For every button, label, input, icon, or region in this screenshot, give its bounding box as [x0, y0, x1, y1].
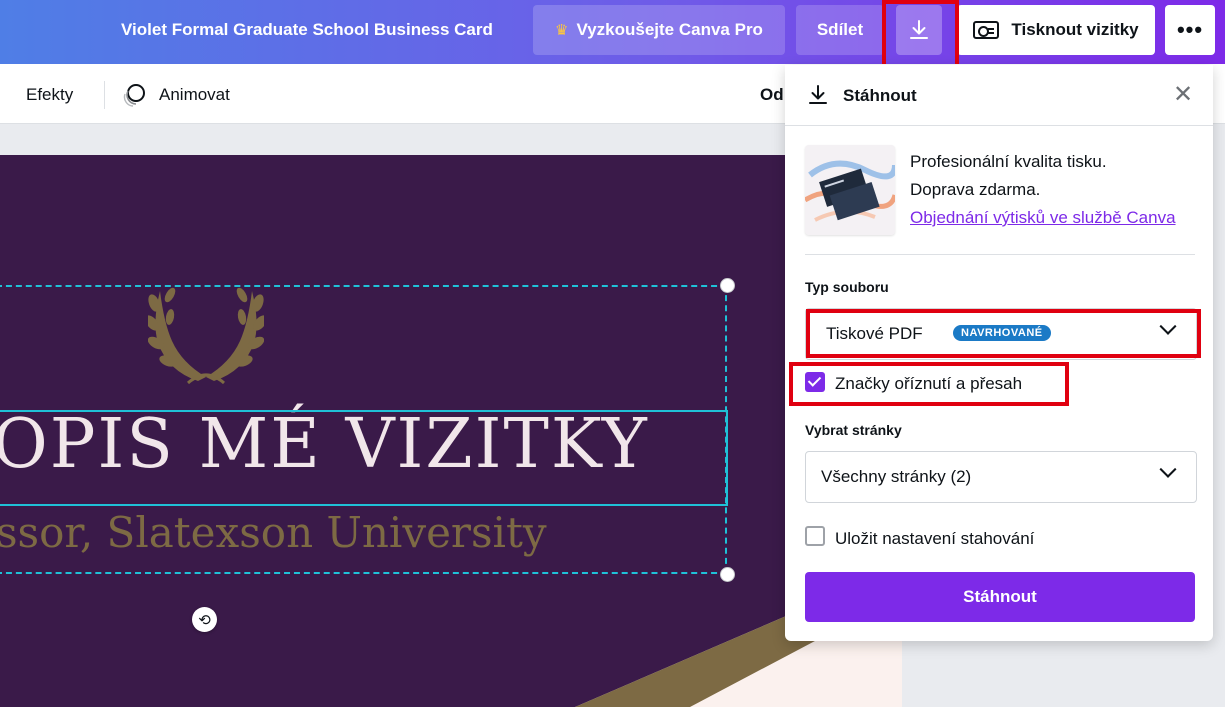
toolbar-divider [104, 81, 105, 109]
chevron-down-icon [1159, 460, 1177, 478]
highlight-crop-marks [789, 362, 1069, 406]
resize-handle-bottom-right[interactable] [720, 567, 735, 582]
toolbar-partial-label[interactable]: Od [760, 85, 784, 105]
select-pages-dropdown[interactable]: Všechny stránky (2) [805, 451, 1197, 503]
highlight-download-button [882, 0, 959, 71]
print-business-cards-label: Tisknout vizitky [1011, 20, 1139, 39]
select-pages-value: Všechny stránky (2) [821, 467, 972, 486]
highlight-file-type [806, 309, 1201, 358]
try-canva-pro-button[interactable]: ♛ Vyzkoušejte Canva Pro [533, 5, 785, 55]
download-panel-title: Stáhnout [843, 86, 917, 105]
animate-icon[interactable] [121, 82, 147, 108]
more-options-button[interactable]: ••• [1165, 5, 1215, 55]
print-business-cards-button[interactable]: Tisknout vizitky [957, 5, 1155, 55]
effects-button[interactable]: Efekty [26, 85, 73, 105]
promo-text-shipping: Doprava zdarma. [910, 180, 1041, 199]
promo-text-quality: Profesionální kvalita tisku. [910, 152, 1107, 171]
download-panel-header: Stáhnout ✕ [785, 65, 1213, 126]
animate-button[interactable]: Animovat [159, 85, 230, 105]
print-promo-image [805, 145, 895, 235]
close-icon[interactable]: ✕ [1169, 80, 1197, 108]
file-type-label: Typ souboru [805, 279, 889, 295]
document-title[interactable]: Violet Formal Graduate School Business C… [121, 20, 493, 40]
save-settings-label[interactable]: Uložit nastavení stahování [835, 529, 1034, 549]
order-prints-link[interactable]: Objednání výtisků ve službě Canva [910, 208, 1176, 228]
text-selection-box [0, 410, 728, 506]
share-button[interactable]: Sdílet [796, 5, 884, 55]
rotate-icon[interactable]: ⟲ [192, 607, 217, 632]
crown-icon: ♛ [555, 22, 569, 39]
download-icon [809, 85, 827, 104]
top-bar: Violet Formal Graduate School Business C… [0, 0, 1225, 64]
save-settings-checkbox[interactable] [805, 526, 825, 546]
resize-handle-top-right[interactable] [720, 278, 735, 293]
try-canva-pro-label: Vyzkoušejte Canva Pro [576, 20, 763, 39]
select-pages-label: Vybrat stránky [805, 422, 902, 438]
panel-divider [805, 254, 1195, 255]
business-card-icon [973, 21, 1000, 39]
download-submit-button[interactable]: Stáhnout [805, 572, 1195, 622]
